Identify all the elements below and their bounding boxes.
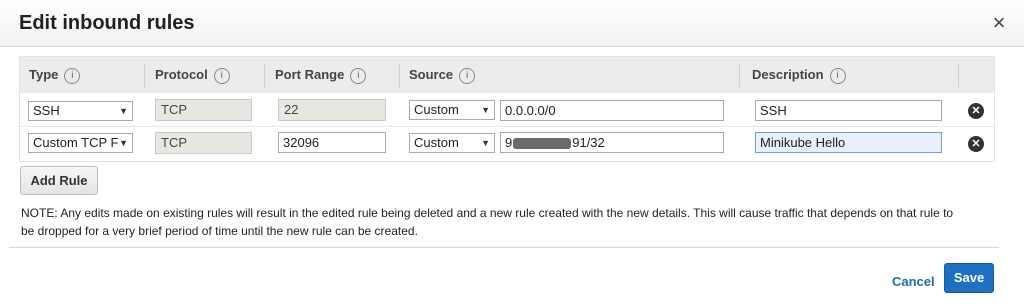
redacted-block — [513, 138, 572, 150]
row-divider — [20, 126, 994, 127]
footer-divider — [9, 247, 999, 248]
column-divider — [399, 63, 400, 87]
column-divider — [264, 63, 265, 87]
description-input[interactable]: Minikube Hello — [755, 132, 942, 153]
table-row: Custom TCP F ▼ TCP 32096 Custom ▼ 9 91/32… — [20, 128, 994, 160]
add-rule-button[interactable]: Add Rule — [20, 166, 98, 195]
info-icon[interactable]: i — [459, 67, 476, 84]
column-divider — [144, 63, 145, 87]
rules-table: Type i Protocol i Port Range i Source i Desc… — [19, 56, 995, 162]
column-source: Source i — [409, 57, 476, 93]
description-input[interactable]: SSH — [755, 100, 942, 121]
type-select-value: Custom TCP F — [33, 135, 119, 150]
table-header: Type i Protocol i Port Range i Source i Desc… — [20, 57, 994, 93]
port-range-field: 22 — [278, 99, 386, 121]
type-select[interactable]: Custom TCP F ▼ — [28, 133, 133, 153]
info-icon[interactable]: i — [64, 67, 81, 84]
column-port-range-label: Port Range — [275, 67, 345, 82]
table-row: SSH ▼ TCP 22 Custom ▼ 0.0.0.0/0 SSH ✕ — [20, 95, 994, 127]
column-protocol: Protocol i — [155, 57, 230, 93]
column-description-label: Description — [752, 67, 824, 82]
chevron-down-icon: ▼ — [481, 105, 490, 115]
source-cidr-input[interactable]: 0.0.0.0/0 — [500, 100, 724, 121]
dialog-header: Edit inbound rules × — [0, 0, 1024, 47]
source-select[interactable]: Custom ▼ — [409, 100, 495, 120]
protocol-field: TCP — [155, 132, 252, 154]
source-select[interactable]: Custom ▼ — [409, 133, 495, 153]
protocol-field: TCP — [155, 99, 252, 121]
info-icon[interactable]: i — [350, 67, 367, 84]
remove-rule-icon[interactable]: ✕ — [968, 103, 984, 119]
chevron-down-icon: ▼ — [481, 138, 490, 148]
remove-rule-icon[interactable]: ✕ — [968, 136, 984, 152]
column-type-label: Type — [29, 67, 59, 82]
source-cidr-suffix: 91/32 — [572, 135, 605, 150]
cancel-button[interactable]: Cancel — [892, 274, 935, 289]
column-description: Description i — [752, 57, 846, 93]
source-select-value: Custom — [414, 135, 459, 150]
info-icon[interactable]: i — [213, 67, 230, 84]
info-icon[interactable]: i — [829, 67, 846, 84]
save-button[interactable]: Save — [944, 263, 994, 293]
column-divider — [958, 63, 959, 87]
type-select-value: SSH — [33, 103, 60, 118]
port-range-input[interactable]: 32096 — [278, 132, 386, 153]
source-select-value: Custom — [414, 102, 459, 117]
source-cidr-prefix: 9 — [505, 135, 513, 150]
column-divider — [739, 63, 740, 87]
column-source-label: Source — [409, 67, 454, 82]
column-port-range: Port Range i — [275, 57, 367, 93]
chevron-down-icon: ▼ — [119, 106, 128, 116]
note-text: NOTE: Any edits made on existing rules w… — [21, 206, 954, 238]
close-icon[interactable]: × — [988, 12, 1010, 34]
chevron-down-icon: ▼ — [119, 138, 128, 148]
dialog-title: Edit inbound rules — [19, 12, 195, 34]
column-protocol-label: Protocol — [155, 67, 208, 82]
source-cidr-input[interactable]: 9 91/32 — [500, 132, 724, 153]
type-select[interactable]: SSH ▼ — [28, 101, 133, 121]
column-type: Type i — [29, 57, 81, 93]
